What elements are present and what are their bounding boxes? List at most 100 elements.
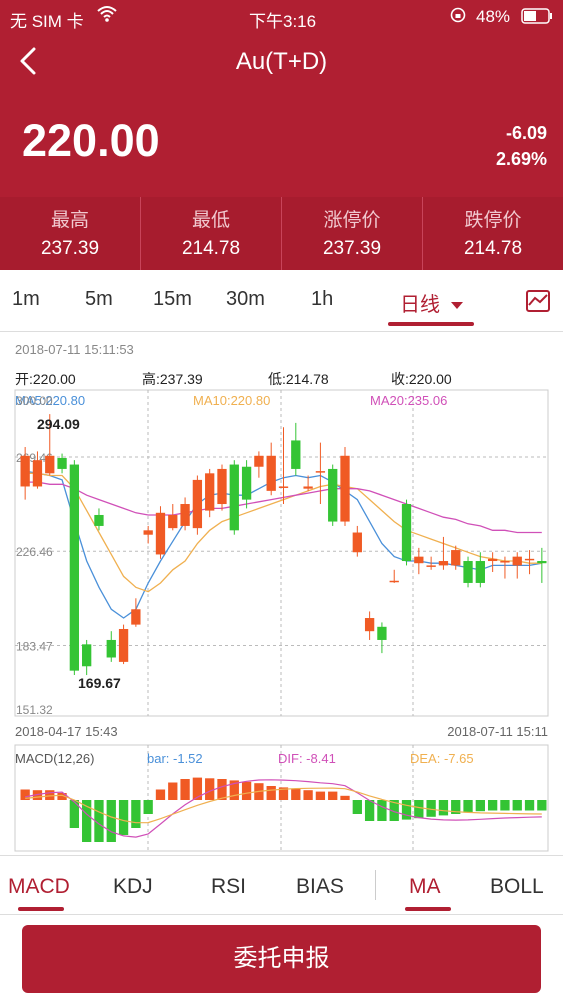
candle-body [463,561,473,583]
price-stats: 最高 237.39 最低 214.78 涨停价 237.39 跌停价 214.78 [0,197,563,270]
candle-body [537,561,547,564]
candle [106,631,116,662]
tab-daily[interactable]: 日线 [400,288,464,317]
stat-label: 跌停价 [464,210,522,231]
macd-bar [524,800,535,811]
dif-label: DIF: -8.41 [278,751,336,766]
candle [352,525,362,557]
candle-body [451,550,461,566]
tab-ma[interactable]: MA [409,875,441,899]
candle [340,447,350,526]
candle-body [328,468,338,522]
tab-5m[interactable]: 5m [85,288,113,311]
tab-boll[interactable]: BOLL [490,875,544,899]
candle-body [389,580,399,583]
macd-bar [475,800,485,812]
candle-body [291,440,301,469]
candle [401,499,412,566]
macd-label: MACD(12,26) [15,751,94,766]
macd-bar [352,800,362,814]
close-label: 收:220.00 [391,371,452,387]
candle-body [475,561,485,583]
candle-body [426,565,436,567]
stat-limit-down: 跌停价 214.78 [423,197,563,270]
header-section: 无 SIM 卡 下午3:16 48% Au(T+D) 220.00 -6.09 … [0,0,563,197]
stat-label: 最低 [191,210,230,231]
macd-bar [438,800,449,816]
macd-bar [217,779,227,800]
candle [303,475,313,491]
macd-bar [463,800,473,813]
ma20-label: MA20:235.06 [370,393,447,408]
tab-macd[interactable]: MACD [8,875,70,899]
tab-1h[interactable]: 1h [311,288,333,311]
tab-ma-indicator [405,907,451,911]
candle-body [438,561,449,566]
macd-bar [241,781,252,800]
y-axis-labels: 300.00269.46226.46183.47151.32 [16,394,53,717]
current-price: 220.00 [22,115,160,166]
candle-body [229,464,239,531]
macd-bar [106,800,116,842]
submit-order-button[interactable]: 委托申报 [22,925,541,993]
stat-high: 最高 237.39 [0,197,141,270]
candle-body [524,558,535,561]
chart-settings-button[interactable] [525,288,551,319]
clock-text: 下午3:16 [249,12,317,31]
candle-body [106,639,116,658]
candle-body [241,466,252,500]
candle-body [364,618,375,632]
candle [389,569,399,583]
status-bar: 无 SIM 卡 下午3:16 48% [0,0,563,34]
candle [180,497,190,531]
macd-bar [364,800,375,821]
high-label: 高:237.39 [142,371,203,387]
candle-body [205,473,215,511]
candle-body [217,468,227,505]
caret-down-icon [450,302,463,310]
bar-label: bar: -1.52 [147,751,203,766]
macd-bar [266,786,276,800]
tab-kdj[interactable]: KDJ [113,875,153,899]
candle [168,504,178,531]
macd-bar [512,800,522,811]
candle-body [414,556,424,564]
tab-1m[interactable]: 1m [12,288,40,311]
y-tick-label: 300.00 [16,394,53,408]
candle-body [266,455,276,491]
candle-body [278,486,289,488]
macd-bar [414,800,424,819]
date-end: 2018-07-11 15:11 [447,724,548,739]
tab-15m[interactable]: 15m [153,288,192,311]
candle-body [45,455,55,474]
macd-bar [487,800,498,811]
candle [315,442,326,505]
tab-bias[interactable]: BIAS [296,875,344,899]
candle [537,547,547,583]
macd-bar [155,789,166,800]
candle-body [118,628,129,662]
tab-rsi[interactable]: RSI [211,875,246,899]
tab-macd-indicator [18,907,64,911]
price-change: -6.09 2.69% [496,120,547,172]
macd-bar [303,790,313,800]
candle-body [82,644,92,667]
candle-body [401,504,412,562]
tab-divider [375,870,376,900]
chart-settings-icon [526,290,550,312]
candle-body [155,512,166,555]
candle [205,468,215,518]
candle [278,427,289,505]
candle [192,475,203,535]
candle-body [340,455,350,522]
candle [143,525,153,544]
macd-bar [118,800,129,835]
candle-body [254,455,264,467]
tab-30m[interactable]: 30m [226,288,265,311]
candle [463,556,473,588]
macd-bar [340,795,350,800]
y-tick-label: 226.46 [16,545,53,559]
macd-bar [143,800,153,814]
y-tick-label: 183.47 [16,640,53,654]
stat-label: 最高 [50,210,89,231]
